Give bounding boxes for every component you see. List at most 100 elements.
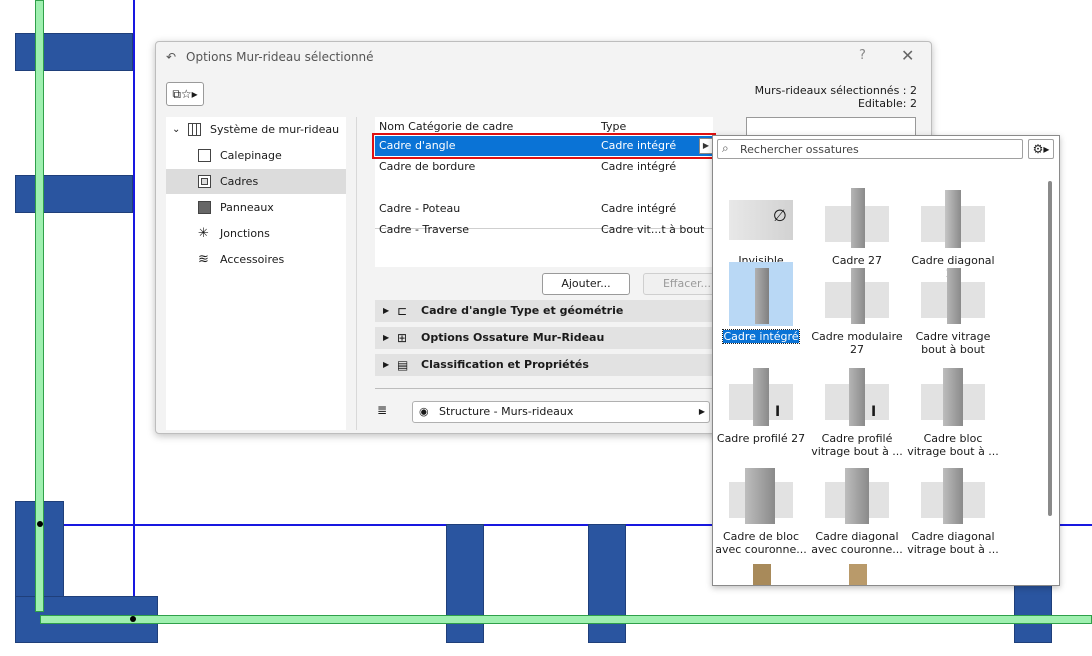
node-point — [130, 616, 136, 622]
close-button[interactable]: ✕ — [901, 46, 914, 65]
tile-label: Cadre intégré — [722, 329, 800, 344]
tile-cadre-profile-vitrage[interactable]: I Cadre profilé vitrage bout à ... — [809, 364, 905, 460]
column-header-name: Nom Catégorie de cadre — [379, 120, 514, 133]
tile-cadre-diagonal-vitrage[interactable]: Cadre diagonal vitrage bout à ... — [905, 462, 1001, 558]
thumb-image — [825, 462, 889, 526]
selection-info: Murs-rideaux sélectionnés : 2 Editable: … — [755, 84, 917, 110]
tile-cadre-diagonal-couronne[interactable]: Cadre diagonal avec couronne... — [809, 462, 905, 558]
tree-item-panneaux[interactable]: Panneaux — [166, 195, 346, 220]
table-row[interactable]: Cadre - Traverse Cadre vit...t à bout — [375, 220, 713, 240]
thumb-image — [825, 262, 889, 326]
expand-icon: ▶ — [383, 360, 390, 369]
column-block — [15, 175, 133, 213]
favorites-button[interactable]: ⧉☆▸ — [166, 82, 204, 106]
dialog-icon: ↶ — [166, 50, 177, 64]
frame-geometry-icon: ⊏ — [397, 304, 408, 318]
tile-label: Cadre de bloc avec couronne... — [715, 530, 807, 556]
row-type: Cadre intégré — [601, 160, 677, 173]
layer-select[interactable]: ◉ Structure - Murs-rideaux ▶ — [412, 401, 710, 423]
tile-label: Cadre diagonal vitrage bout à ... — [907, 530, 999, 556]
table-row[interactable]: Cadre - Poteau Cadre intégré — [375, 199, 713, 219]
settings-button[interactable]: ⚙▸ — [1028, 139, 1054, 159]
row-name: Cadre - Poteau — [379, 202, 461, 215]
search-input[interactable]: Rechercher ossatures — [740, 143, 859, 156]
thumb-image — [921, 364, 985, 428]
favorites-icon: ⧉☆▸ — [172, 87, 198, 101]
frame-type-picker: ⌕ Rechercher ossatures ⚙▸ ∅ Invisible Ca… — [712, 135, 1060, 586]
table-row[interactable]: Cadre d'angle Cadre intégré ▶ — [372, 133, 716, 159]
grid-line-vertical — [133, 0, 135, 620]
section-label: Options Ossature Mur-Rideau — [421, 331, 605, 344]
i-beam-icon: I — [775, 404, 781, 420]
tile-cadre-modulaire-27[interactable]: Cadre modulaire 27 — [809, 262, 905, 358]
row-type: Cadre intégré — [601, 202, 677, 215]
thumb-image — [921, 186, 985, 250]
tile-cadre-bloc-vitrage[interactable]: Cadre bloc vitrage bout à ... — [905, 364, 1001, 460]
help-button[interactable]: ? — [859, 48, 866, 63]
empty-set-icon: ∅ — [773, 206, 787, 225]
document-icon: ▤ — [397, 358, 409, 372]
section-frame-options[interactable]: ▶ ⊞ Options Ossature Mur-Rideau — [375, 327, 713, 349]
thumb-image — [729, 262, 793, 326]
tree-label: Calepinage — [220, 149, 282, 162]
search-box[interactable]: ⌕ Rechercher ossatures — [717, 139, 1023, 159]
column-block — [446, 524, 484, 643]
tree-label: Accessoires — [220, 253, 285, 266]
eye-icon: ◉ — [419, 405, 429, 418]
tile-partial[interactable] — [809, 560, 905, 585]
tile-cadre-vitrage[interactable]: Cadre vitrage bout à bout — [905, 262, 1001, 358]
column-block — [15, 33, 133, 71]
expand-icon: ▶ — [383, 333, 390, 342]
chevron-down-icon: ⌄ — [172, 124, 181, 135]
options-icon: ⊞ — [397, 331, 408, 345]
column-header-type: Type — [601, 120, 627, 133]
tree-item-accessoires[interactable]: ≋ Accessoires — [166, 247, 346, 272]
thumb-image: I — [729, 364, 793, 428]
panel-icon — [198, 201, 211, 214]
tile-label: Cadre diagonal avec couronne... — [811, 530, 903, 556]
scrollbar[interactable] — [1048, 181, 1052, 516]
grid-icon — [188, 123, 201, 136]
tile-cadre-profile-27[interactable]: I Cadre profilé 27 — [713, 364, 809, 460]
tree-label: Système de mur-rideau — [210, 123, 340, 136]
accessory-icon: ≋ — [198, 252, 209, 267]
tree-label: Panneaux — [220, 201, 274, 214]
tile-label: Cadre vitrage bout à bout — [915, 330, 991, 356]
thumb-image — [921, 262, 985, 326]
tree-item-system[interactable]: ⌄ Système de mur-rideau — [166, 117, 346, 142]
i-beam-icon: I — [871, 404, 877, 420]
tree-item-jonctions[interactable]: ✳ Jonctions — [166, 221, 346, 246]
junction-icon: ✳ — [198, 226, 209, 241]
row-name: Cadre d'angle — [379, 139, 456, 152]
expand-icon: ▶ — [383, 306, 390, 315]
row-name: Cadre - Traverse — [379, 223, 470, 236]
gear-icon: ⚙▸ — [1032, 142, 1050, 156]
tile-cadre-bloc-couronne[interactable]: Cadre de bloc avec couronne... — [713, 462, 809, 558]
thumb-image — [729, 560, 793, 585]
row-type: Cadre vit...t à bout — [601, 223, 705, 236]
tile-cadre-integre[interactable]: Cadre intégré — [713, 262, 809, 358]
section-corner-frame-geometry[interactable]: ▶ ⊏ Cadre d'angle Type et géométrie — [375, 300, 713, 322]
search-icon: ⌕ — [722, 141, 729, 155]
dialog-title: Options Mur-rideau sélectionné — [186, 50, 374, 64]
node-point — [37, 521, 43, 527]
panel-divider — [356, 117, 357, 430]
tile-partial[interactable] — [713, 560, 809, 585]
section-divider — [375, 388, 713, 389]
tree-item-calepinage[interactable]: Calepinage — [166, 143, 346, 168]
section-label: Cadre d'angle Type et géométrie — [421, 304, 624, 317]
section-classification[interactable]: ▶ ▤ Classification et Propriétés — [375, 354, 713, 376]
thumb-image: I — [825, 364, 889, 428]
add-button[interactable]: Ajouter... — [542, 273, 630, 295]
tree-label: Cadres — [220, 175, 259, 188]
row-name: Cadre de bordure — [379, 160, 476, 173]
tree-label: Jonctions — [220, 227, 270, 240]
row-type: Cadre intégré — [601, 139, 677, 152]
column-block — [1014, 584, 1052, 643]
tree-item-cadres[interactable]: Cadres — [166, 169, 346, 194]
table-row[interactable]: Cadre de bordure Cadre intégré — [375, 157, 713, 177]
type-picker-button[interactable]: ▶ — [699, 138, 713, 154]
thumb-image: ∅ — [729, 186, 793, 250]
layout-icon — [198, 149, 211, 162]
tile-label: Cadre profilé vitrage bout à ... — [811, 432, 903, 458]
